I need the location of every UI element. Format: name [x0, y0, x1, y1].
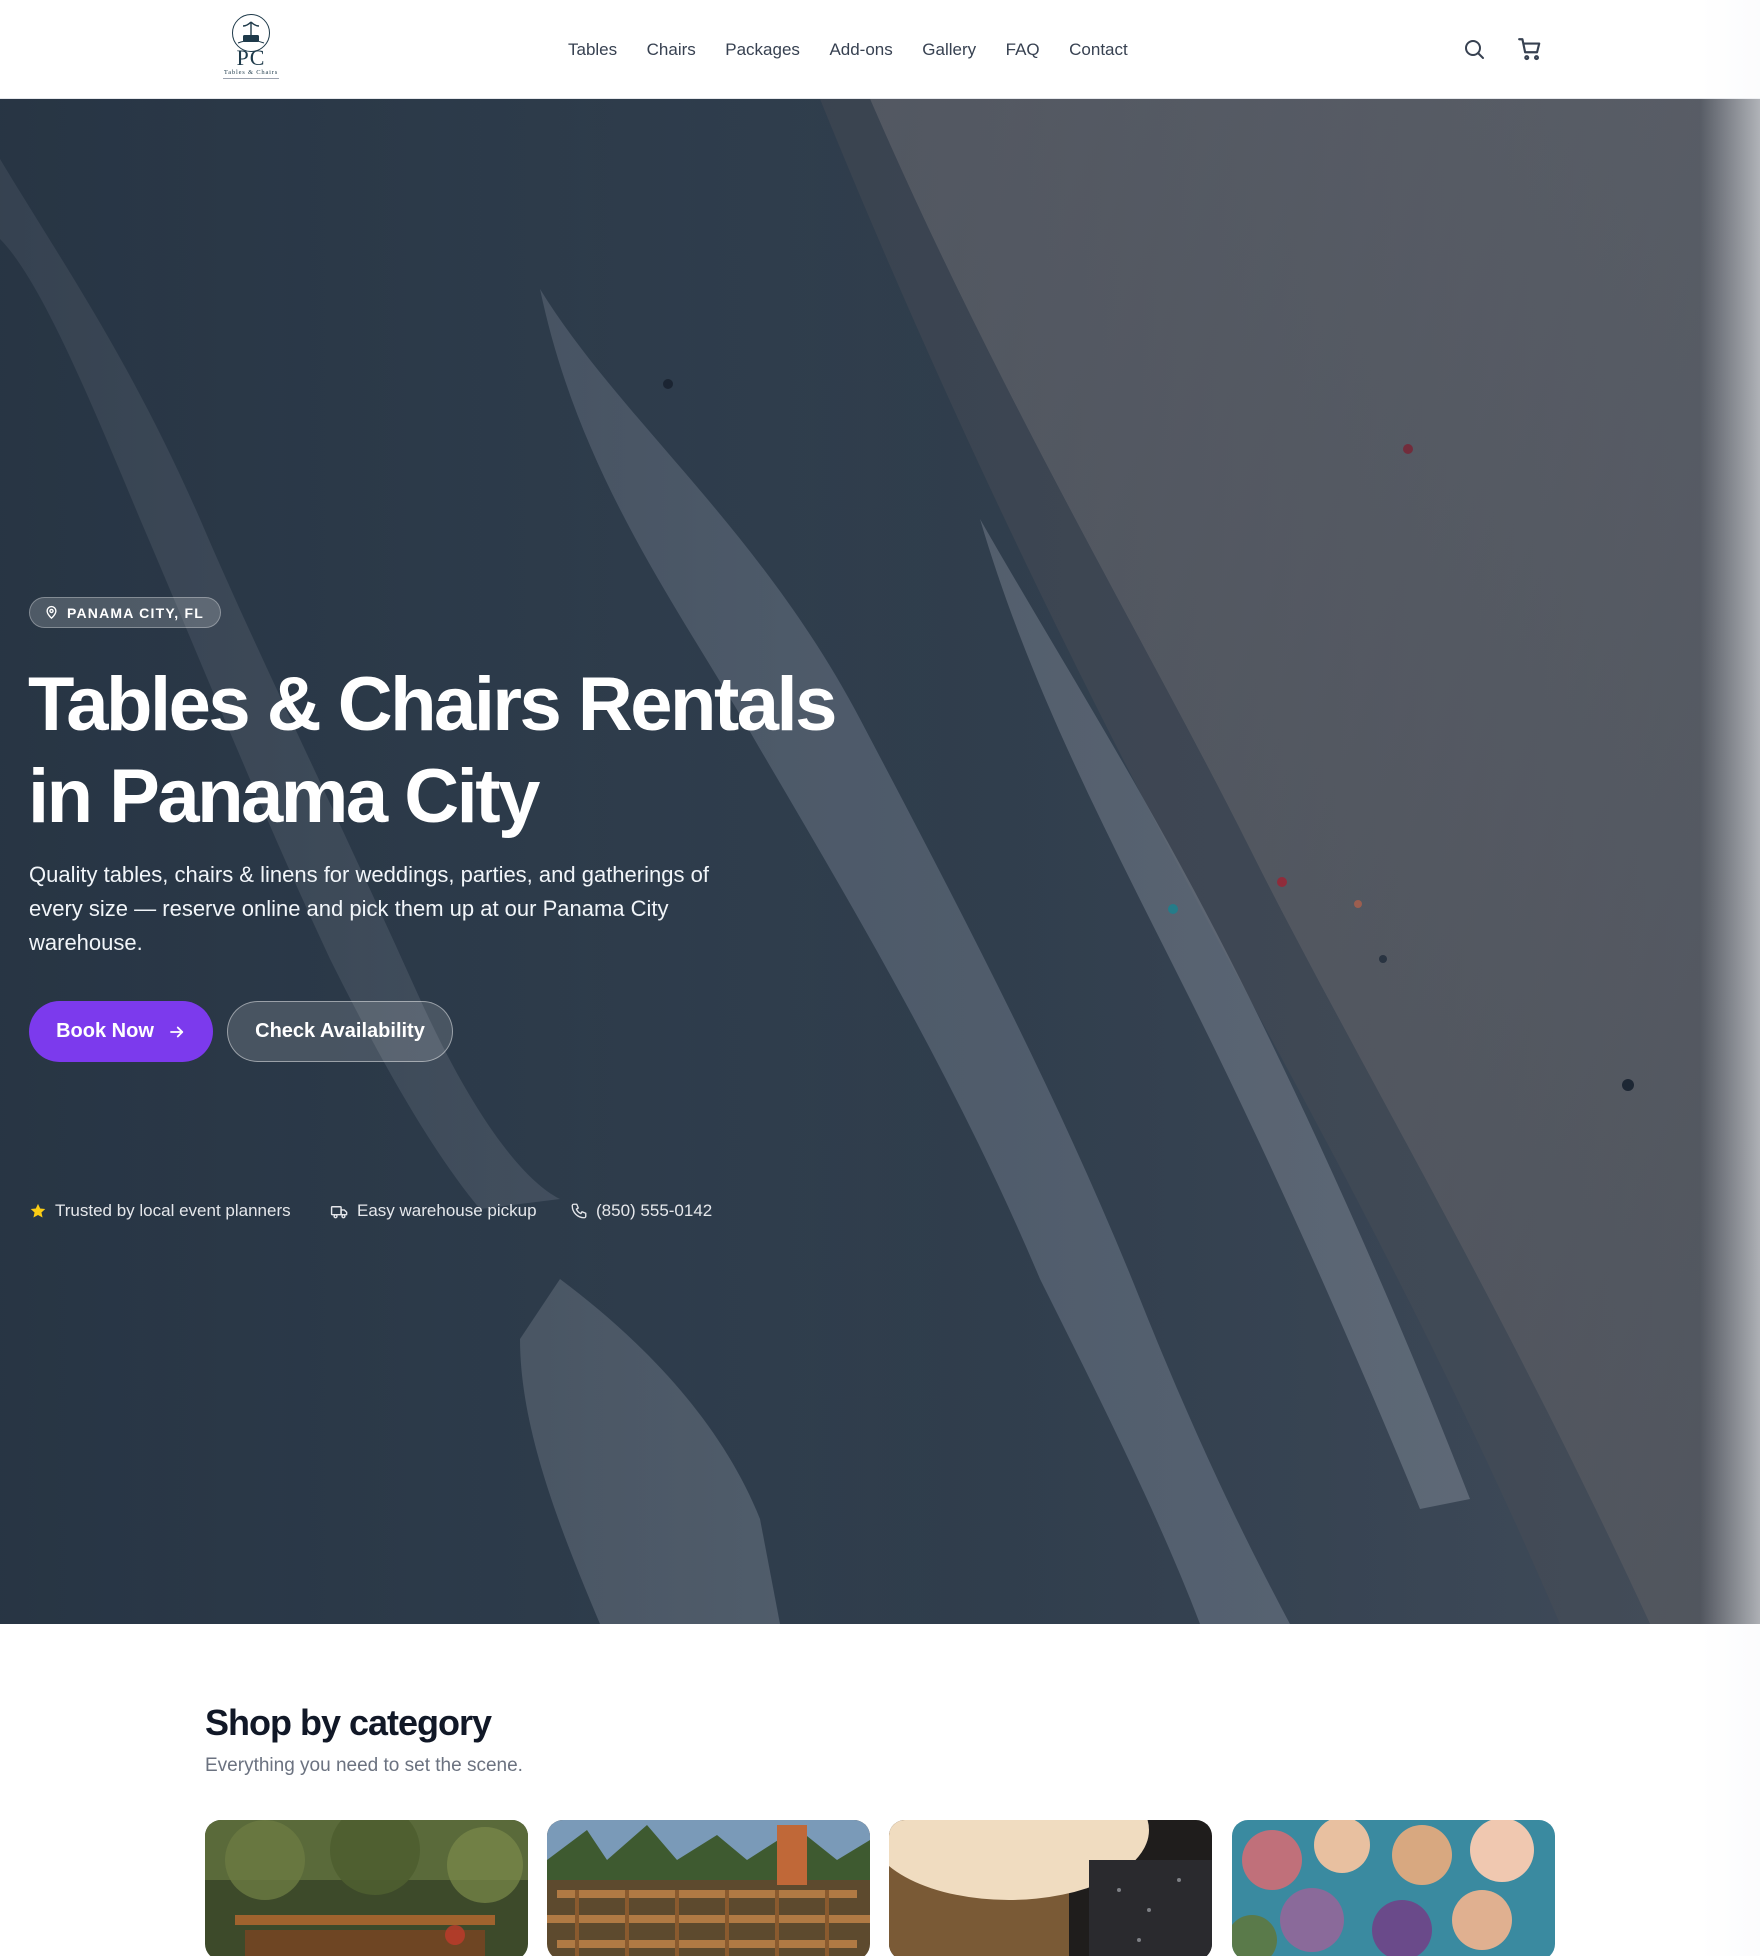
arrow-right-icon: [169, 1026, 184, 1037]
category-card-garden-tables[interactable]: [205, 1820, 528, 1956]
nav-add-ons[interactable]: Add-ons: [829, 40, 892, 60]
brand-logo[interactable]: PC Tables & Chairs: [213, 14, 289, 84]
logo-monogram: PC: [236, 45, 266, 70]
location-badge: PANAMA CITY, FL: [29, 597, 221, 628]
category-image-garden: [205, 1820, 528, 1956]
main-nav: Tables Chairs Packages Add-ons Gallery F…: [568, 0, 1128, 99]
cart-icon[interactable]: [1517, 36, 1543, 62]
search-icon[interactable]: [1461, 36, 1487, 62]
nav-gallery[interactable]: Gallery: [922, 40, 976, 60]
category-card-chairs[interactable]: [547, 1820, 870, 1956]
site-header: PC Tables & Chairs Tables Chairs Package…: [0, 0, 1760, 99]
hero-title-line-1: Tables & Chairs Rentals: [28, 662, 837, 747]
hero-title-line-2: in Panama City: [28, 754, 540, 839]
category-card-venue[interactable]: [889, 1820, 1212, 1956]
category-section-subtitle: Everything you need to set the scene.: [205, 1755, 523, 1776]
logo-rule: [223, 78, 279, 79]
nav-faq[interactable]: FAQ: [1006, 40, 1040, 60]
trust-text-phone: (850) 555-0142: [596, 1201, 713, 1220]
book-now-button[interactable]: Book Now: [29, 1001, 213, 1062]
nav-contact[interactable]: Contact: [1069, 40, 1128, 60]
trust-text-planners: Trusted by local event planners: [55, 1201, 291, 1220]
trust-item-planners: Trusted by local event planners: [29, 1201, 291, 1221]
hero-section: PANAMA CITY, FL Tables & Chairs Rentals …: [0, 99, 1760, 1624]
phone-icon: [571, 1203, 587, 1219]
category-section-title: Shop by category: [205, 1702, 492, 1743]
location-badge-text: PANAMA CITY, FL: [67, 604, 204, 621]
category-image-venue: [889, 1820, 1212, 1956]
category-card-flowers[interactable]: [1232, 1820, 1555, 1956]
trust-item-pickup: Easy warehouse pickup: [330, 1201, 537, 1221]
book-now-label: Book Now: [56, 1020, 154, 1042]
hero-title: Tables & Chairs Rentals in Panama City: [28, 659, 928, 843]
hero-subtitle: Quality tables, chairs & linens for wedd…: [29, 862, 709, 955]
trust-item-phone[interactable]: (850) 555-0142: [570, 1201, 712, 1221]
trust-text-pickup: Easy warehouse pickup: [357, 1201, 537, 1220]
nav-packages[interactable]: Packages: [725, 40, 800, 60]
nav-tables[interactable]: Tables: [568, 40, 617, 60]
check-availability-button[interactable]: Check Availability: [227, 1001, 453, 1062]
star-icon: [30, 1203, 46, 1218]
check-availability-label: Check Availability: [255, 1020, 425, 1042]
logo-tagline: Tables & Chairs: [223, 69, 279, 76]
map-pin-icon: [46, 605, 57, 620]
category-image-chairs: [547, 1820, 870, 1956]
nav-chairs[interactable]: Chairs: [647, 40, 696, 60]
truck-icon: [330, 1205, 348, 1218]
category-image-flowers: [1232, 1820, 1555, 1956]
